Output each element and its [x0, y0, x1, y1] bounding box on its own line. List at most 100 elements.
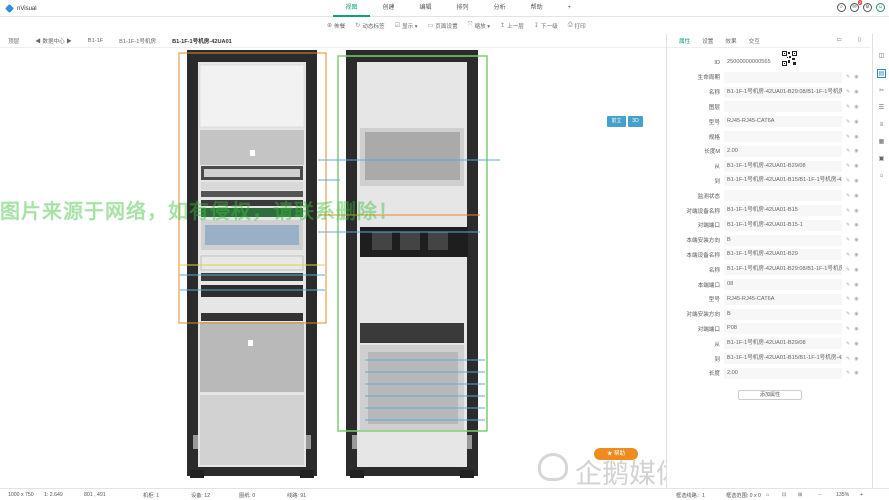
visibility-icon[interactable]: ◉ [854, 356, 858, 362]
front-view-button[interactable]: 前立 [607, 116, 626, 127]
property-value[interactable]: B1-1F-1号机房-42UA01-B15/B1-1F-1号机房-42L [724, 175, 842, 187]
add-property-button[interactable]: 添加属性 [738, 390, 802, 400]
property-value[interactable]: B [724, 234, 842, 246]
property-value[interactable] [724, 71, 842, 83]
property-value[interactable]: 08 [724, 279, 842, 290]
zoom-out-icon[interactable]: − [818, 492, 821, 498]
expand-icon[interactable]: ▭ [831, 37, 848, 43]
visibility-icon[interactable]: ◉ [854, 163, 858, 169]
edit-icon[interactable]: ✎ [846, 104, 850, 110]
collapse-icon[interactable]: ▯ [852, 37, 867, 43]
property-value[interactable]: P08 [724, 323, 842, 335]
visibility-icon[interactable]: ◉ [854, 74, 858, 80]
edit-icon[interactable]: ✎ [846, 89, 850, 95]
edit-icon[interactable]: ✎ [846, 370, 850, 376]
visibility-icon[interactable]: ◉ [854, 193, 858, 199]
visibility-icon[interactable]: ◉ [854, 89, 858, 95]
tab-settings[interactable]: 设置 [696, 37, 719, 45]
property-value[interactable]: B1-1F-1号机房-42UA01-B29/08 [724, 160, 842, 172]
edit-icon[interactable]: ✎ [846, 311, 850, 317]
toolbar-cabinet-button[interactable]: ⊕ 佈餐 [322, 22, 350, 30]
toolbar-page-setup-button[interactable]: ▭ 页面设置 [423, 22, 463, 30]
property-value[interactable] [724, 131, 842, 142]
edit-icon[interactable]: ✎ [846, 356, 850, 362]
image-icon[interactable]: ▣ [877, 155, 886, 164]
tab-properties[interactable]: 属性 [673, 37, 696, 45]
edit-icon[interactable]: ✎ [846, 163, 850, 169]
property-value[interactable]: 2.00 [724, 367, 842, 379]
property-value[interactable]: 25000000000565 [724, 57, 842, 68]
grid-icon[interactable]: ▦ [877, 138, 886, 147]
notification-icon[interactable]: ✉ 2 [850, 0, 862, 12]
visibility-icon[interactable]: ◉ [854, 104, 858, 110]
property-value[interactable]: B [724, 308, 842, 320]
user-avatar-icon[interactable]: ☺ [876, 3, 885, 12]
breadcrumb-room[interactable]: B1-1F-1号机房 [111, 37, 164, 45]
visibility-icon[interactable]: ◉ [854, 326, 858, 332]
nav-edit[interactable]: 编辑 [407, 0, 444, 17]
edit-icon[interactable]: ✎ [846, 178, 850, 184]
breadcrumb-top[interactable]: 顶层 [0, 37, 27, 45]
edit-icon[interactable]: ✎ [846, 267, 850, 273]
edit-icon[interactable]: ✎ [846, 119, 850, 125]
breadcrumb-cabinet[interactable]: B1-1F-1号机房-42UA01 [164, 37, 240, 45]
visibility-icon[interactable]: ◉ [854, 208, 858, 214]
visibility-icon[interactable]: ◉ [854, 178, 858, 184]
3d-view-button[interactable]: 3D [628, 116, 643, 127]
visibility-icon[interactable]: ◉ [854, 267, 858, 273]
property-value[interactable] [724, 190, 842, 202]
search-icon[interactable]: ⌕ [837, 3, 846, 12]
property-value[interactable]: B1-1F-1号机房-42UA01-B29 [724, 249, 842, 261]
nav-analyze[interactable]: 分析 [481, 0, 518, 17]
rack-canvas[interactable]: 前立 3D [0, 48, 666, 488]
edit-icon[interactable]: ✎ [846, 208, 850, 214]
property-value[interactable]: B1-1F-1号机房-42UA01-B29:08/B1-1F-1号机房- [724, 264, 842, 276]
toolbar-zoom-button[interactable]: ⤧ 缩放 ▾ [463, 22, 495, 30]
tab-interaction[interactable]: 交互 [743, 37, 766, 45]
toolbar-dynamic-label-button[interactable]: ↻ 动态标签 [350, 22, 389, 30]
status-icon-1[interactable]: ⌂ [766, 492, 769, 498]
property-value[interactable]: B1-1F-1号机房-42UA01-B15-1 [724, 219, 842, 231]
edit-icon[interactable]: ✎ [846, 252, 850, 258]
toolbar-down-level-button[interactable]: ↧ 下一级 [529, 22, 563, 30]
toolbar-up-level-button[interactable]: ↥ 上一层 [495, 22, 529, 30]
help-button[interactable]: ★ 帮助 [594, 448, 638, 460]
visibility-icon[interactable]: ◉ [854, 252, 858, 258]
edit-icon[interactable]: ✎ [846, 326, 850, 332]
edit-icon[interactable]: ✎ [846, 341, 850, 347]
edit-icon[interactable]: ✎ [846, 296, 850, 302]
list-icon[interactable]: ≡ [877, 121, 886, 130]
tab-effects[interactable]: 效果 [719, 37, 742, 45]
edit-icon[interactable]: ✎ [846, 134, 850, 140]
nav-add-button[interactable]: + [555, 0, 584, 17]
breadcrumb-floor[interactable]: B1-1F [80, 38, 111, 44]
right-rack[interactable] [346, 50, 478, 478]
layers-icon[interactable]: ◫ [877, 52, 886, 61]
status-zoom[interactable]: 135% [836, 492, 849, 498]
property-value[interactable]: B1-1F-1号机房-42UA01-B29:08/B1-1F-1号机房- [724, 86, 842, 98]
visibility-icon[interactable]: ◉ [854, 237, 858, 243]
edit-icon[interactable]: ✎ [846, 237, 850, 243]
nav-help[interactable]: 帮助 [518, 0, 555, 17]
visibility-icon[interactable]: ◉ [854, 282, 858, 288]
property-value[interactable]: B1-1F-1号机房-42UA01-B15 [724, 205, 842, 216]
status-icon-3[interactable]: ⊞ [798, 492, 802, 498]
properties-icon[interactable]: ▤ [877, 69, 886, 78]
filter-icon[interactable]: ☰ [877, 104, 886, 113]
visibility-icon[interactable]: ◉ [854, 296, 858, 302]
visibility-icon[interactable]: ◉ [854, 222, 858, 228]
edit-icon[interactable]: ✎ [846, 282, 850, 288]
visibility-icon[interactable]: ◉ [854, 341, 858, 347]
left-rack[interactable] [187, 50, 317, 478]
property-value[interactable]: 2.00 [724, 145, 842, 157]
nav-view[interactable]: 视图 [333, 0, 371, 17]
tools-icon[interactable]: ✂ [877, 87, 886, 96]
property-value[interactable]: RJ45-RJ45-CAT6A [724, 293, 842, 305]
edit-icon[interactable]: ✎ [846, 193, 850, 199]
visibility-icon[interactable]: ◉ [854, 119, 858, 125]
visibility-icon[interactable]: ◉ [854, 311, 858, 317]
edit-icon[interactable]: ✎ [846, 222, 850, 228]
settings-icon[interactable]: ⚙ [863, 3, 872, 12]
device-icon[interactable]: ⌂ [877, 172, 886, 181]
property-value[interactable]: B1-1F-1号机房-42UA01-B29/08 [724, 338, 842, 350]
